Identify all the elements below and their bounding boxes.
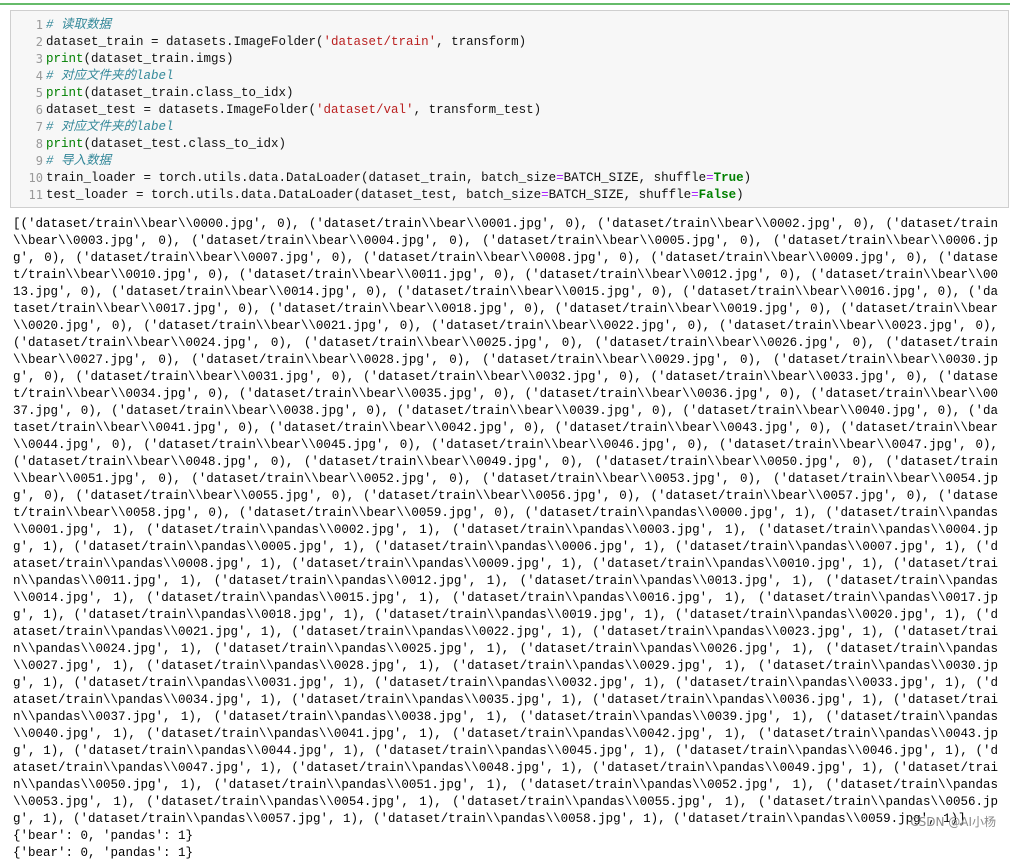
code-editor[interactable]: # 读取数据 dataset_train = datasets.ImageFold… bbox=[46, 17, 1001, 204]
code-token: # 对应文件夹的label bbox=[46, 120, 174, 134]
code-line[interactable]: # 对应文件夹的label bbox=[46, 68, 1001, 85]
code-token: # 读取数据 bbox=[46, 18, 112, 32]
line-number: 4 bbox=[35, 69, 43, 83]
code-line[interactable]: train_loader = torch.utils.data.DataLoad… bbox=[46, 170, 1001, 187]
line-number: 1 bbox=[35, 18, 43, 32]
code-token: # 导入数据 bbox=[46, 154, 112, 168]
line-number: 9 bbox=[35, 154, 43, 168]
cell-output: [('dataset/train\\bear\\0000.jpg', 0), (… bbox=[13, 216, 998, 862]
code-token: True bbox=[713, 171, 744, 185]
code-token: # 对应文件夹的label bbox=[46, 69, 174, 83]
code-token: BATCH_SIZE, shuffle bbox=[548, 188, 692, 202]
code-line[interactable]: # 导入数据 bbox=[46, 153, 1001, 170]
code-token: = bbox=[691, 188, 699, 202]
output-test-class-to-idx: {'bear': 0, 'pandas': 1} bbox=[13, 846, 194, 860]
line-number: 3 bbox=[35, 52, 43, 66]
code-token: test_loader = torch.utils.data.DataLoade… bbox=[46, 188, 542, 202]
code-token: (dataset_test.class_to_idx) bbox=[83, 137, 287, 151]
line-number-gutter: 1 2 3 4 5 6 7 8 9 10 11 bbox=[11, 17, 43, 204]
line-number: 7 bbox=[35, 120, 43, 134]
code-line[interactable]: # 读取数据 bbox=[46, 17, 1001, 34]
code-line[interactable]: print(dataset_train.imgs) bbox=[46, 51, 1001, 68]
code-token: (dataset_train.class_to_idx) bbox=[83, 86, 294, 100]
code-token: = bbox=[541, 188, 549, 202]
code-cell-input[interactable]: 1 2 3 4 5 6 7 8 9 10 11 # 读取数据 dataset_train = data… bbox=[10, 10, 1009, 208]
code-token: = bbox=[706, 171, 714, 185]
line-number: 8 bbox=[35, 137, 43, 151]
code-token: dataset_train = datasets.ImageFolder( bbox=[46, 35, 324, 49]
code-token: 'dataset/val' bbox=[316, 103, 414, 117]
code-line[interactable]: print(dataset_train.class_to_idx) bbox=[46, 85, 1001, 102]
code-line[interactable]: # 对应文件夹的label bbox=[46, 119, 1001, 136]
output-imgs-list: [('dataset/train\\bear\\0000.jpg', 0), (… bbox=[13, 217, 998, 826]
code-token: train_loader = torch.utils.data.DataLoad… bbox=[46, 171, 557, 185]
code-token: print bbox=[46, 52, 84, 66]
code-token: False bbox=[698, 188, 737, 202]
csdn-watermark: CSDN @AI小杨 bbox=[910, 815, 996, 829]
code-token: (dataset_train.imgs) bbox=[83, 52, 234, 66]
code-token: , transform_test) bbox=[413, 103, 542, 117]
line-number: 2 bbox=[35, 35, 43, 49]
code-token: print bbox=[46, 137, 84, 151]
code-token: 'dataset/train' bbox=[323, 35, 437, 49]
code-token: ) bbox=[736, 188, 744, 202]
code-token: , transform) bbox=[436, 35, 527, 49]
code-line[interactable]: test_loader = torch.utils.data.DataLoade… bbox=[46, 187, 1001, 204]
line-number: 5 bbox=[35, 86, 43, 100]
code-line[interactable]: print(dataset_test.class_to_idx) bbox=[46, 136, 1001, 153]
code-token: = bbox=[556, 171, 564, 185]
cell-top-rule bbox=[0, 3, 1010, 5]
code-token: ) bbox=[743, 171, 752, 185]
code-token: dataset_test = datasets.ImageFolder( bbox=[46, 103, 317, 117]
line-number: 11 bbox=[28, 188, 43, 202]
code-line[interactable]: dataset_test = datasets.ImageFolder('dat… bbox=[46, 102, 1001, 119]
code-token: BATCH_SIZE, shuffle bbox=[563, 171, 707, 185]
code-line[interactable]: dataset_train = datasets.ImageFolder('da… bbox=[46, 34, 1001, 51]
line-number: 6 bbox=[35, 103, 43, 117]
output-train-class-to-idx: {'bear': 0, 'pandas': 1} bbox=[13, 829, 194, 843]
line-number: 10 bbox=[28, 171, 43, 185]
code-token: print bbox=[46, 86, 84, 100]
